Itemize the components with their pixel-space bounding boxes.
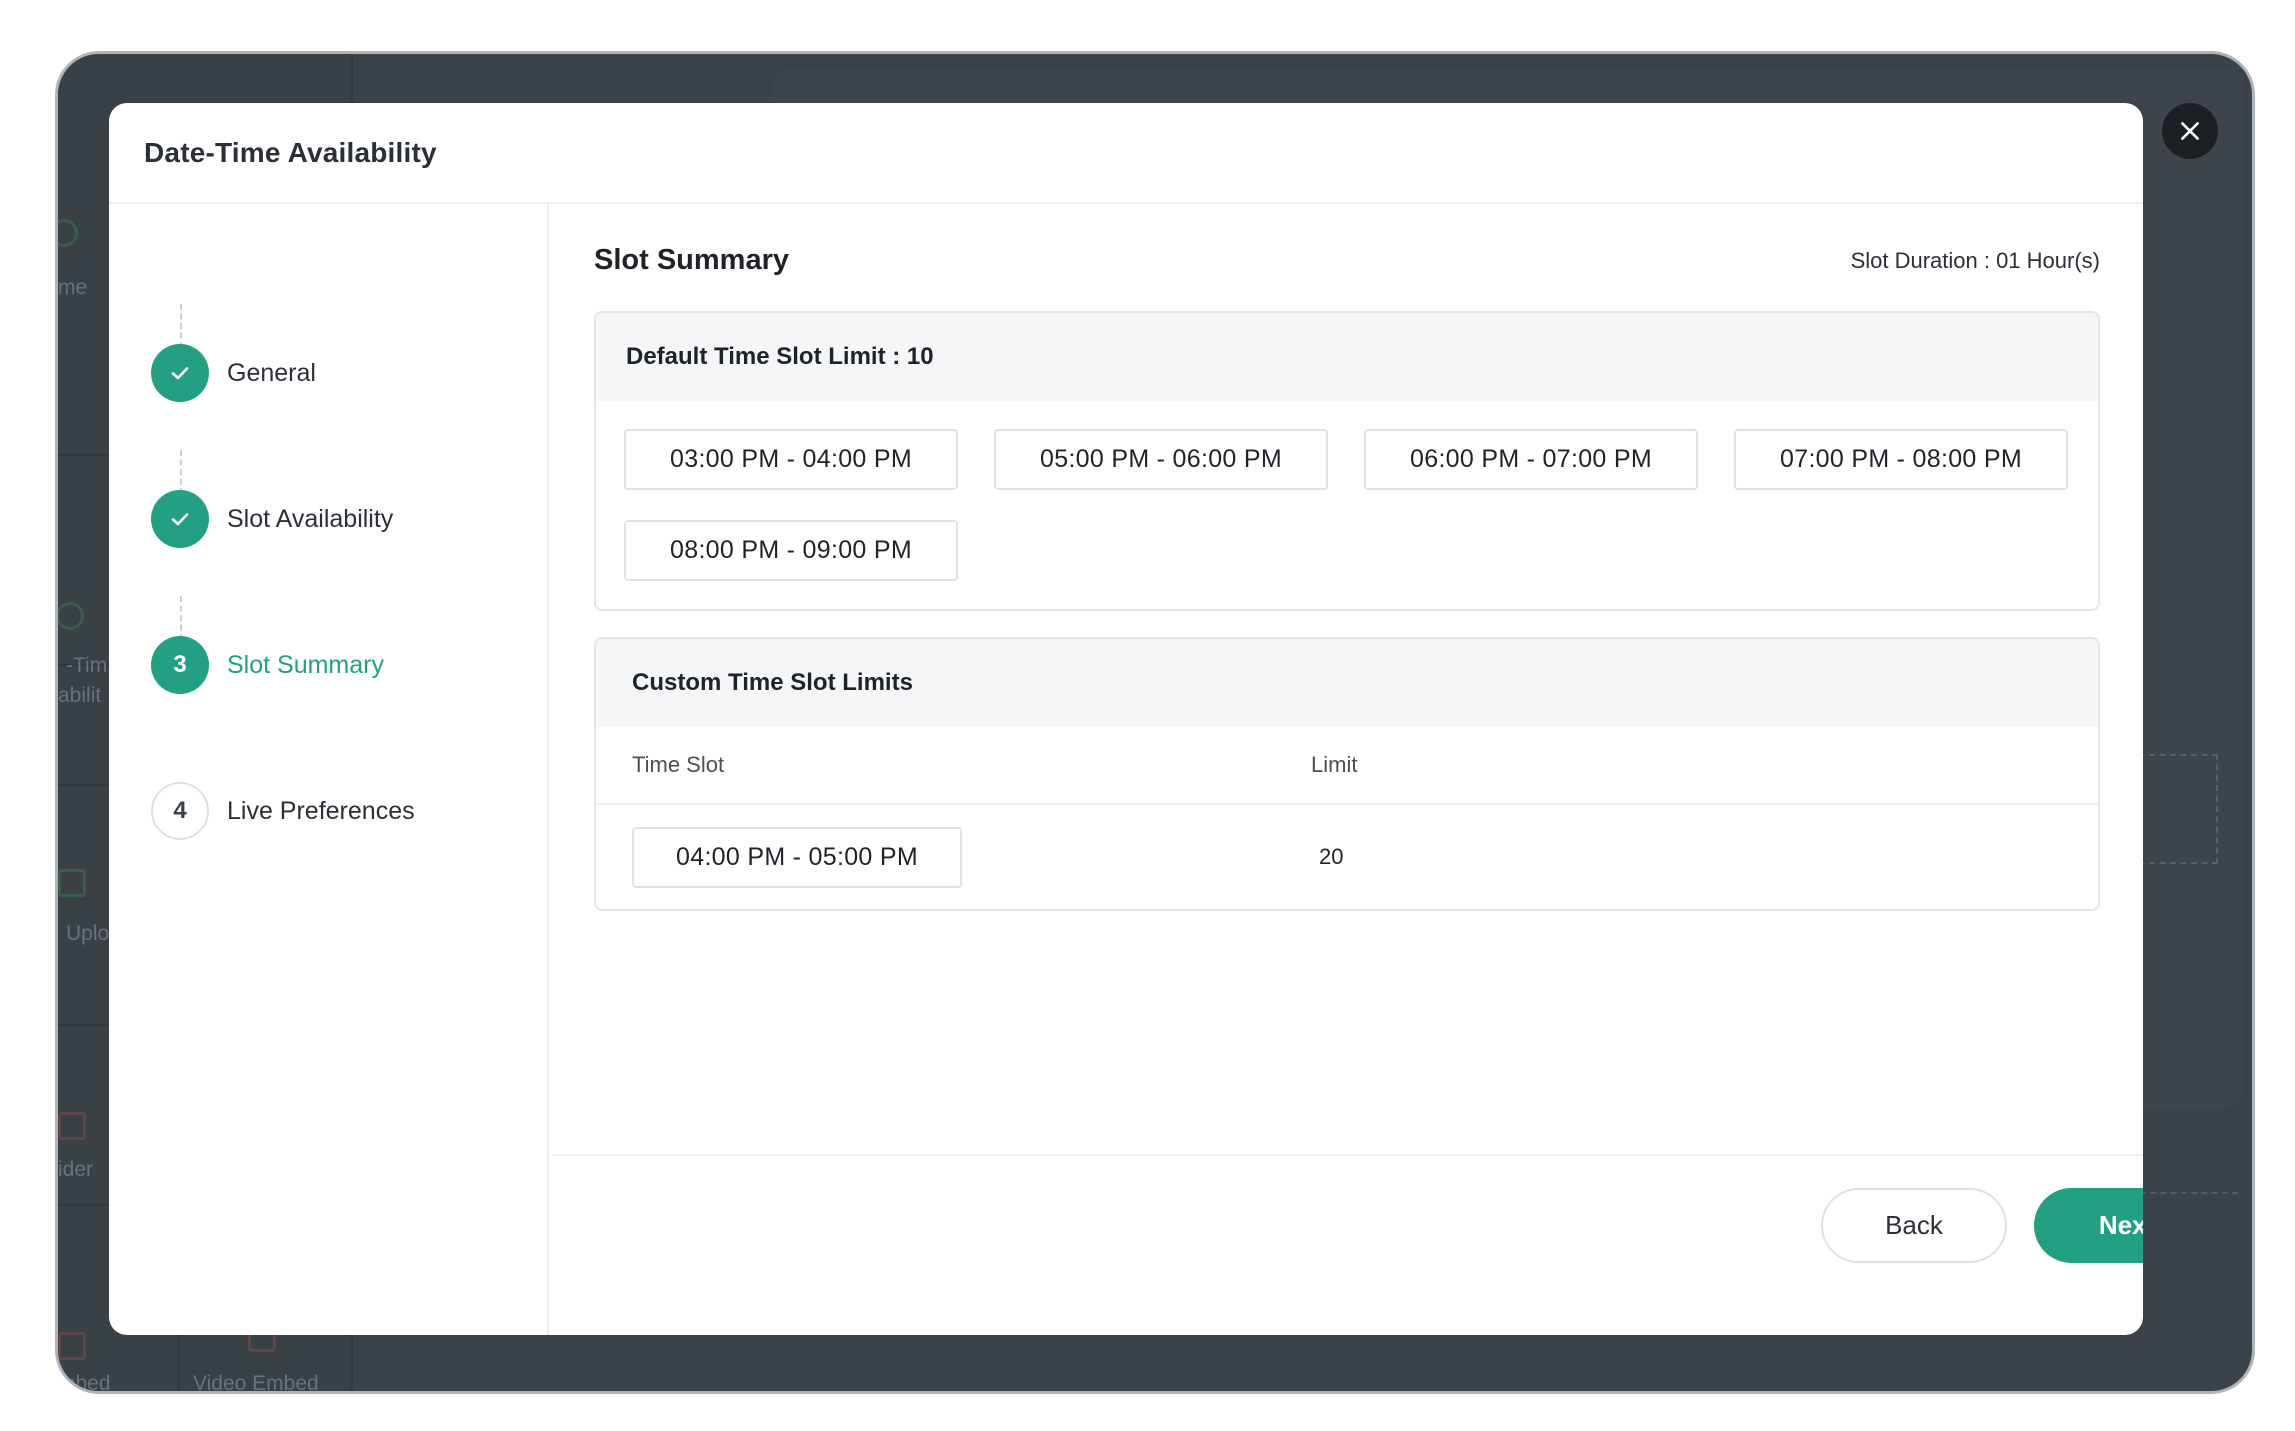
time-slot-chip: 05:00 PM - 06:00 PM — [994, 429, 1328, 490]
step-label: Slot Availability — [227, 504, 394, 533]
background-label: mbed — [58, 1372, 111, 1394]
check-icon — [171, 513, 189, 526]
modal-title: Date-Time Availability — [144, 136, 437, 168]
background-label: Uplo — [66, 922, 110, 945]
slider-icon — [58, 1112, 86, 1140]
column-header-time-slot: Time Slot — [632, 752, 725, 777]
custom-slot-title: Custom Time Slot Limits — [596, 639, 2098, 727]
table-cell-slot: 04:00 PM - 05:00 PM — [596, 826, 1311, 888]
content-header: Slot Summary Slot Duration : 01 Hour(s) — [551, 244, 2143, 277]
time-slot-chip: 07:00 PM - 08:00 PM — [1734, 429, 2068, 490]
embed-icon — [58, 1332, 86, 1360]
background-label: -Tim — [66, 654, 108, 677]
calendar-check-icon — [58, 602, 84, 630]
step-number-badge: 4 — [151, 782, 209, 840]
stepper: General Slot Availability 3 Slot Summary… — [109, 204, 549, 1335]
slot-list: 03:00 PM - 04:00 PM 05:00 PM - 06:00 PM … — [596, 401, 2098, 609]
close-button[interactable] — [2162, 103, 2218, 159]
step-label: General — [227, 358, 316, 387]
slot-summary-content: Slot Summary Slot Duration : 01 Hour(s) … — [551, 204, 2143, 1154]
background-label: me — [58, 276, 88, 299]
default-slot-limit: Default Time Slot Limit : 10 — [596, 313, 2098, 401]
step-label: Slot Summary — [227, 650, 384, 679]
step-number-badge: 3 — [151, 636, 209, 694]
time-slot-chip: 04:00 PM - 05:00 PM — [632, 826, 962, 888]
step-slot-availability[interactable]: Slot Availability — [151, 490, 393, 548]
table-header: Time Slot Limit — [596, 727, 2098, 805]
step-live-preferences[interactable]: 4 Live Preferences — [151, 782, 415, 840]
date-time-availability-modal: Date-Time Availability General Slot Avai… — [109, 103, 2143, 1335]
table-row: 04:00 PM - 05:00 PM 20 — [596, 805, 2098, 909]
next-button[interactable]: Next — [2034, 1188, 2143, 1263]
default-slot-panel: Default Time Slot Limit : 10 03:00 PM - … — [594, 311, 2100, 611]
background-label: ider — [58, 1158, 94, 1181]
background-label: abilit — [58, 684, 102, 707]
table-cell-limit: 20 — [1319, 844, 1344, 869]
back-button[interactable]: Back — [1821, 1188, 2007, 1263]
slot-duration: Slot Duration : 01 Hour(s) — [1850, 247, 2100, 273]
step-label: Live Preferences — [227, 796, 415, 825]
close-icon — [2181, 122, 2199, 140]
upload-icon — [58, 869, 86, 897]
background-label: Video Embed — [193, 1372, 319, 1394]
step-general[interactable]: General — [151, 344, 316, 402]
step-slot-summary[interactable]: 3 Slot Summary — [151, 636, 384, 694]
modal-footer: Back Next — [551, 1154, 2143, 1335]
section-title: Slot Summary — [594, 244, 789, 276]
step-complete-badge — [151, 490, 209, 548]
step-complete-badge — [151, 344, 209, 402]
modal-header: Date-Time Availability — [109, 103, 2143, 204]
column-header-limit: Limit — [1311, 752, 1358, 777]
time-slot-chip: 06:00 PM - 07:00 PM — [1364, 429, 1698, 490]
time-slot-chip: 08:00 PM - 09:00 PM — [624, 520, 958, 581]
check-icon — [171, 367, 189, 380]
time-slot-chip: 03:00 PM - 04:00 PM — [624, 429, 958, 490]
custom-slot-panel: Custom Time Slot Limits Time Slot Limit … — [594, 637, 2100, 911]
